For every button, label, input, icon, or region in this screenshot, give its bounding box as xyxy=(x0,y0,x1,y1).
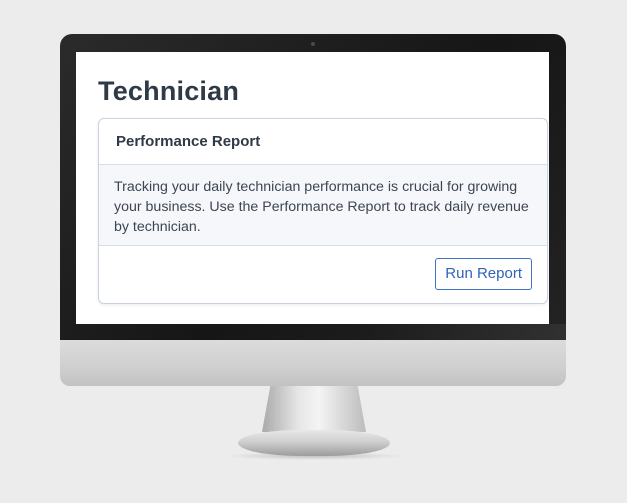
monitor-screen: Technician Performance Report Tracking y… xyxy=(76,52,549,324)
run-report-button[interactable]: Run Report xyxy=(435,258,532,290)
monitor-stand-base xyxy=(238,430,390,456)
card-title: Performance Report xyxy=(116,133,261,150)
card-description: Tracking your daily technician performan… xyxy=(114,179,529,235)
card-footer: Run Report xyxy=(99,246,547,302)
monitor-stand-neck xyxy=(262,386,366,432)
card-header: Performance Report xyxy=(99,119,547,165)
monitor-chin xyxy=(60,340,566,386)
performance-report-card: Performance Report Tracking your daily t… xyxy=(98,118,548,304)
page-title: Technician xyxy=(98,76,240,106)
card-body: Tracking your daily technician performan… xyxy=(99,165,547,246)
camera-dot xyxy=(311,42,315,46)
